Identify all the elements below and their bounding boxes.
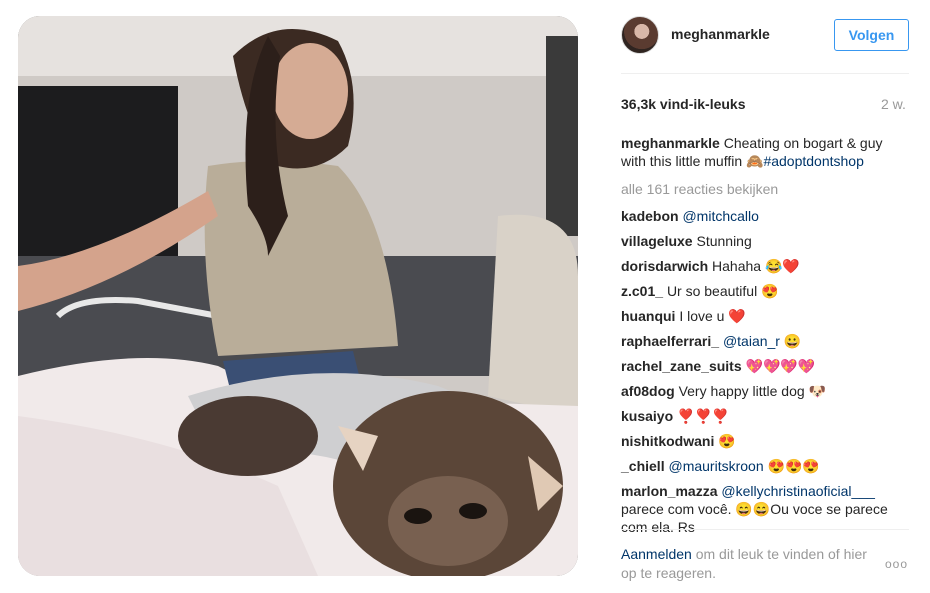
avatar[interactable]: [621, 16, 659, 54]
comment-row: kusaiyo ❣️❣️❣️: [621, 407, 909, 425]
comment-mention[interactable]: @mitchcallo: [682, 208, 758, 224]
comment-text: 💖💖💖💖: [745, 358, 816, 374]
comment-text: Very happy little dog 🐶: [678, 383, 826, 399]
comment-username[interactable]: _chiell: [621, 458, 665, 474]
caption-username[interactable]: meghanmarkle: [621, 135, 720, 151]
comment-row: kadebon @mitchcallo: [621, 207, 909, 225]
divider: [621, 529, 909, 530]
comment-username[interactable]: villageluxe: [621, 233, 693, 249]
comment-username[interactable]: huanqui: [621, 308, 675, 324]
comment-text: Hahaha 😂❤️: [712, 258, 800, 274]
comment-row: dorisdarwich Hahaha 😂❤️: [621, 257, 909, 275]
comment-text: 😍: [718, 433, 736, 449]
caption-hashtag[interactable]: #adoptdontshop: [763, 153, 863, 169]
divider: [621, 73, 909, 74]
comment-mention[interactable]: @taian_r: [723, 333, 780, 349]
comment-text: 😀: [779, 333, 802, 349]
login-link[interactable]: Aanmelden: [621, 546, 692, 562]
post-caption: meghanmarkle Cheating on bogart & guy wi…: [621, 134, 909, 170]
comment-text: 😍😍😍: [763, 458, 820, 474]
comment-username[interactable]: dorisdarwich: [621, 258, 708, 274]
post-sidebar: meghanmarkle Volgen 36,3k vind-ik-leuks …: [603, 0, 930, 593]
comment-username[interactable]: kusaiyo: [621, 408, 673, 424]
post-photo[interactable]: [18, 16, 578, 576]
comment-mention[interactable]: @kellychristinaoficial___: [721, 483, 875, 499]
follow-button[interactable]: Volgen: [834, 19, 909, 51]
comment-username[interactable]: rachel_zane_suits: [621, 358, 742, 374]
comment-row: villageluxe Stunning: [621, 232, 909, 250]
comment-text: I love u ❤️: [679, 308, 746, 324]
comment-username[interactable]: marlon_mazza: [621, 483, 717, 499]
more-options-icon[interactable]: ooo: [885, 557, 908, 571]
comment-row: rachel_zane_suits 💖💖💖💖: [621, 357, 909, 375]
login-prompt: Aanmelden om dit leuk te vinden of hier …: [621, 545, 871, 583]
comment-username[interactable]: raphaelferrari_: [621, 333, 719, 349]
view-all-comments-link[interactable]: alle 161 reacties bekijken: [621, 180, 909, 198]
post-time[interactable]: 2 w.: [881, 96, 906, 112]
comment-username[interactable]: kadebon: [621, 208, 679, 224]
comment-text: Ur so beautiful 😍: [666, 283, 779, 299]
comment-mention[interactable]: @mauritskroon: [668, 458, 763, 474]
username-link[interactable]: meghanmarkle: [671, 26, 770, 42]
comment-row: raphaelferrari_ @taian_r 😀: [621, 332, 909, 350]
comments-list: meghanmarkle Cheating on bogart & guy wi…: [621, 134, 909, 543]
comment-text: ❣️❣️❣️: [677, 408, 730, 424]
comment-username[interactable]: nishitkodwani: [621, 433, 714, 449]
comment-row: z.c01_ Ur so beautiful 😍: [621, 282, 909, 300]
comment-row: marlon_mazza @kellychristinaoficial___ p…: [621, 482, 909, 536]
comment-username[interactable]: af08dog: [621, 383, 675, 399]
comment-row: huanqui I love u ❤️: [621, 307, 909, 325]
likes-count[interactable]: 36,3k vind-ik-leuks: [621, 96, 746, 112]
comment-username[interactable]: z.c01_: [621, 283, 663, 299]
comment-row: _chiell @mauritskroon 😍😍😍: [621, 457, 909, 475]
comment-row: nishitkodwani 😍: [621, 432, 909, 450]
comment-row: af08dog Very happy little dog 🐶: [621, 382, 909, 400]
post-header: meghanmarkle Volgen: [603, 16, 909, 56]
comment-text: Stunning: [696, 233, 752, 249]
